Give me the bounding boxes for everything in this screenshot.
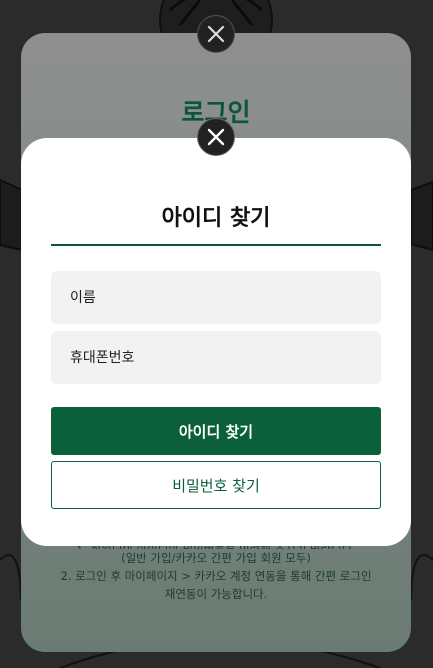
find-id-modal: 아이디 찾기 아이디 찾기 비밀번호 찾기 [21,138,411,546]
find-id-button[interactable]: 아이디 찾기 [51,407,381,455]
login-notes: 1. 회원님의 아이디와 비밀번호를 입력해 주시기 바랍니다. (일반 가입/… [31,541,401,603]
login-note-line-4: 재연동이 가능합니다. [164,587,268,601]
close-icon [207,25,225,43]
find-password-button[interactable]: 비밀번호 찾기 [51,461,381,509]
login-note-line-3: 2. 로그인 후 마이페이지 > 카카오 계정 연동을 통해 간편 로그인 [60,569,372,583]
login-note-line-2: (일반 가입/카카오 간편 가입 회원 모두) [121,551,311,565]
name-input[interactable] [51,271,381,324]
login-close-button[interactable] [197,15,235,53]
find-id-title: 아이디 찾기 [161,206,271,231]
close-icon [207,128,225,146]
title-divider [51,244,381,246]
phone-input[interactable] [51,331,381,384]
find-id-close-button[interactable] [197,118,235,156]
